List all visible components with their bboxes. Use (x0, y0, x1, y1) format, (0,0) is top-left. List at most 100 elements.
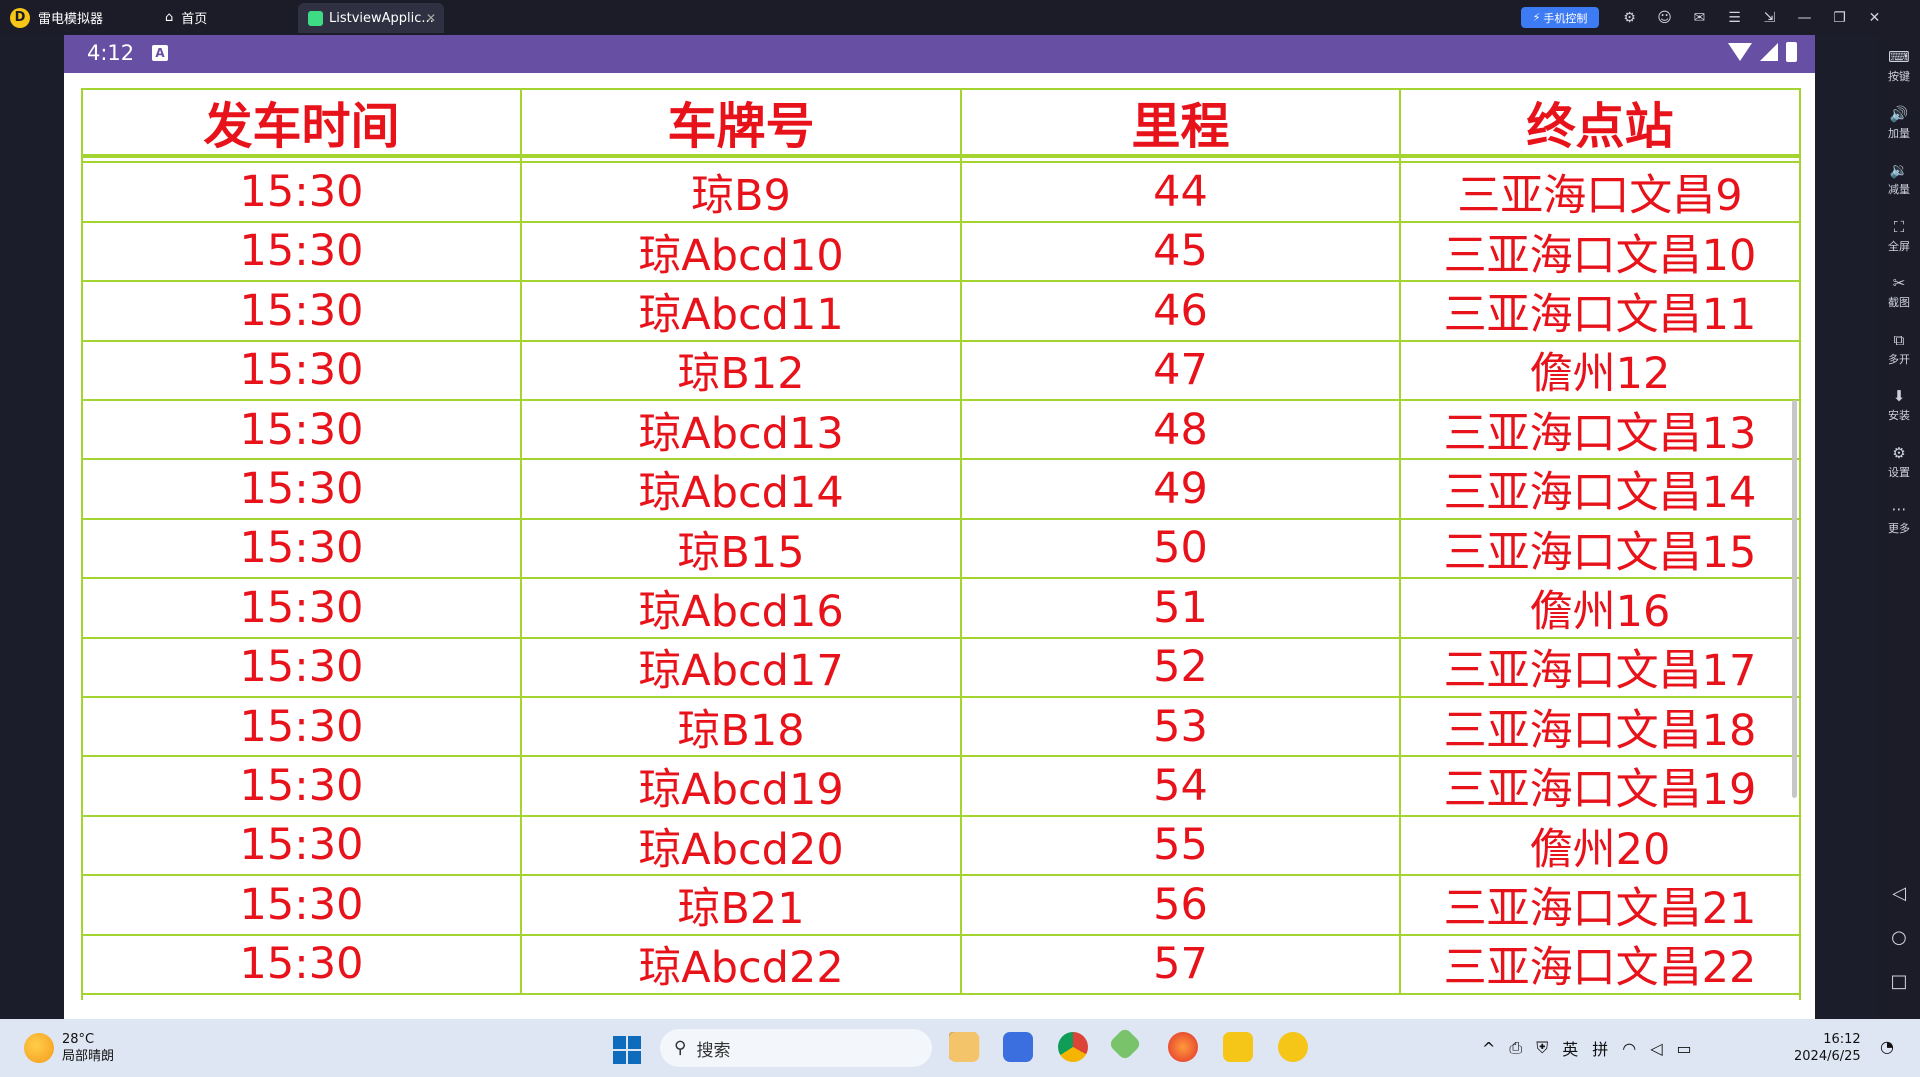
android-studio-icon[interactable] (1223, 1032, 1253, 1062)
minimize-icon[interactable]: — (1787, 10, 1822, 26)
cell-terminal: 儋州20 (1529, 824, 1671, 875)
cell-mileage: 57 (962, 935, 1401, 993)
close-window-icon[interactable]: ✕ (1857, 10, 1892, 26)
cell-terminal: 儋州12 (1529, 349, 1671, 400)
gamepad-icon[interactable]: ⚙ (1612, 10, 1647, 26)
side-panel-volume-down-button[interactable]: 🔉 减量 (1878, 161, 1920, 197)
table-row[interactable]: 15:30 琼Abcd13 48 三亚海口文昌13 (83, 401, 1799, 461)
android-app-icon (308, 10, 323, 26)
recents-icon[interactable]: □ (1878, 971, 1920, 992)
taskbar-clock[interactable]: 16:12 2024/6/25 (1794, 1031, 1861, 1065)
notification-bell-icon[interactable]: ◔ (1880, 1037, 1894, 1056)
active-app-tab[interactable]: ListviewApplic... ✕ (298, 3, 444, 33)
weather-widget[interactable]: 28°C 局部晴朗 (24, 1031, 114, 1065)
table-row[interactable]: 15:30 琼Abcd16 51 儋州16 (83, 579, 1799, 639)
lightning-icon: ⚡ (1532, 11, 1541, 24)
side-panel-apk-install-button[interactable]: ⬇ 安装 (1878, 387, 1920, 423)
side-panel-more-button[interactable]: ⋯ 更多 (1878, 500, 1920, 536)
speaker-icon[interactable]: ◁ (1650, 1039, 1662, 1058)
partly-sunny-icon (24, 1033, 54, 1063)
taskbar-search[interactable]: ⚲ 搜索 (660, 1029, 932, 1067)
phone-control-button[interactable]: ⚡ 手机控制 (1521, 7, 1599, 28)
close-tab-icon[interactable]: ✕ (426, 11, 436, 25)
ime-english-label[interactable]: 英 (1562, 1036, 1578, 1060)
home-icon: ⌂ (165, 10, 174, 25)
cell-plate-number: 琼Abcd11 (522, 282, 962, 340)
weather-temperature: 28°C (62, 1032, 95, 1047)
volume-up-icon: 🔊 (1889, 104, 1909, 123)
side-panel-keyboard-button[interactable]: ⌨ 按键 (1878, 48, 1920, 84)
table-row[interactable]: 15:30 琼Abcd19 54 三亚海口文昌19 (83, 757, 1799, 817)
windows-start-icon[interactable] (613, 1036, 641, 1064)
table-row[interactable]: 15:30 琼B21 56 三亚海口文昌21 (83, 876, 1799, 936)
settings-icon: ⚙ (1892, 443, 1906, 462)
cell-plate-number: 琼Abcd14 (522, 460, 962, 518)
list-scrollbar[interactable] (1792, 400, 1797, 798)
ldplayer-taskbar-icon[interactable] (1278, 1032, 1308, 1062)
keyboard-icon: ⌨ (1888, 48, 1910, 66)
tray-overflow-icon[interactable]: ^ (1482, 1039, 1495, 1058)
cell-departure-time: 15:30 (83, 816, 522, 875)
cell-mileage: 51 (962, 579, 1401, 637)
restore-icon[interactable]: ❐ (1822, 10, 1857, 26)
side-panel-volume-up-button[interactable]: 🔊 加量 (1878, 105, 1920, 141)
table-row[interactable]: 15:30 琼Abcd17 52 三亚海口文昌17 (83, 638, 1799, 698)
cell-terminal: 三亚海口文昌10 (1443, 230, 1757, 281)
notification-a-icon: A (152, 45, 168, 61)
emulator-side-panel: ⌨ 按键 🔊 加量 🔉 减量 ⛶ 全屏 ✂ 截图 ⧉ 多开 ⬇ 安装 ⚙ 设置 ⋯ 更多 ◁ ○ □ (1878, 35, 1920, 1019)
cell-terminal: 儋州16 (1529, 586, 1671, 637)
account-icon[interactable]: ☺ (1647, 10, 1682, 26)
mail-icon[interactable]: ✉ (1682, 10, 1717, 26)
ime-pinyin-label[interactable]: 拼 (1592, 1036, 1608, 1060)
home-tab[interactable]: ⌂ 首页 (165, 0, 207, 35)
table-header: 发车时间 车牌号 里程 终点站 (83, 90, 1799, 158)
app-brand: D 雷电模拟器 (10, 0, 103, 35)
multi-instance-icon: ⧉ (1893, 330, 1905, 349)
side-panel-multi-instance-button[interactable]: ⧉ 多开 (1878, 331, 1920, 367)
table-row[interactable]: 15:30 琼B9 44 三亚海口文昌9 (83, 163, 1799, 223)
emulator-title-bar: D 雷电模拟器 ⌂ 首页 ListviewApplic... ✕ ⚡ 手机控制 … (0, 0, 1920, 35)
cell-signal-icon (1760, 43, 1778, 61)
translate-app-icon[interactable] (1003, 1032, 1033, 1062)
back-icon[interactable]: ◁ (1878, 883, 1920, 904)
window-controls: ⚙ ☺ ✉ ☰ ⇲ — ❐ ✕ (1612, 0, 1892, 35)
bus-schedule-list[interactable]: 15:30琼Abcd843儋州815:30琼B944三亚海口文昌915:30琼A… (81, 88, 1801, 1000)
chrome-icon[interactable] (1058, 1032, 1088, 1062)
cell-departure-time: 15:30 (83, 341, 522, 399)
side-panel-fullscreen-button[interactable]: ⛶ 全屏 (1878, 218, 1920, 254)
battery-icon (1786, 42, 1797, 62)
table-row[interactable]: 15:30 琼B15 50 三亚海口文昌15 (83, 519, 1799, 580)
table-row[interactable]: 15:30 琼Abcd10 45 三亚海口文昌10 (83, 222, 1799, 283)
cell-departure-time: 15:30 (83, 579, 522, 637)
table-row[interactable]: 15:30 琼B18 53 三亚海口文昌18 (83, 698, 1799, 758)
side-panel-settings-button[interactable]: ⚙ 设置 (1878, 444, 1920, 480)
cell-plate-number: 琼B15 (522, 519, 962, 578)
printer-icon[interactable]: ⎙ (1509, 1038, 1522, 1058)
table-row[interactable]: 15:30 琼Abcd11 46 三亚海口文昌11 (83, 282, 1799, 342)
apk-install-icon: ⬇ (1892, 387, 1906, 405)
side-panel-label: 截图 (1888, 296, 1910, 309)
cell-mileage: 44 (962, 163, 1401, 221)
cell-plate-number: 琼Abcd20 (522, 816, 962, 875)
status-icons (1728, 42, 1797, 62)
side-panel-scissors-button[interactable]: ✂ 截图 (1878, 274, 1920, 310)
cell-departure-time: 15:30 (83, 163, 522, 221)
cell-plate-number: 琼B9 (522, 163, 962, 221)
home-circle-icon[interactable]: ○ (1878, 927, 1920, 948)
chrome-color-icon[interactable] (949, 1032, 979, 1062)
table-row[interactable]: 15:30 琼Abcd14 49 三亚海口文昌14 (83, 460, 1799, 520)
table-row[interactable]: 15:30 琼Abcd22 57 三亚海口文昌22 (83, 935, 1799, 995)
battery-tray-icon[interactable]: ▭ (1677, 1039, 1692, 1058)
gitkraken-icon[interactable] (1108, 1027, 1142, 1061)
side-panel-label: 减量 (1888, 183, 1910, 196)
firefox-icon[interactable] (1168, 1032, 1198, 1062)
cell-departure-time: 15:30 (83, 698, 522, 756)
table-row[interactable]: 15:30 琼Abcd20 55 儋州20 (83, 816, 1799, 877)
table-row[interactable]: 15:30 琼B12 47 儋州12 (83, 341, 1799, 401)
network-wifi-icon[interactable]: ◠ (1622, 1039, 1636, 1058)
status-time: 4:12 (87, 41, 135, 65)
cell-plate-number: 琼B12 (522, 341, 962, 399)
resize-icon[interactable]: ⇲ (1752, 10, 1787, 26)
defender-shield-icon[interactable]: ⛨ (1536, 1038, 1548, 1058)
menu-icon[interactable]: ☰ (1717, 10, 1752, 26)
